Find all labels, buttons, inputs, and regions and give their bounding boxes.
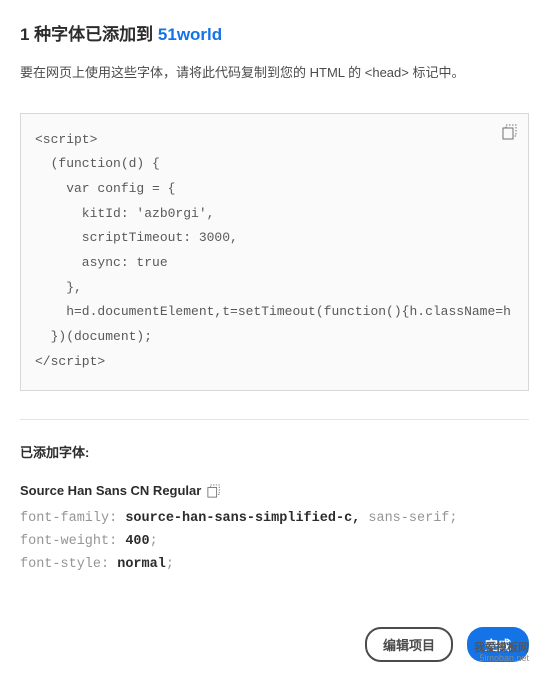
css-line-family: font-family: source-han-sans-simplified-… <box>20 508 529 531</box>
title-prefix: 1 种字体已添加到 <box>20 25 158 44</box>
edit-project-button[interactable]: 编辑项目 <box>365 627 453 662</box>
added-font-row: Source Han Sans CN Regular <box>20 483 529 498</box>
css-declarations: font-family: source-han-sans-simplified-… <box>20 508 529 577</box>
done-button[interactable]: 完成 <box>467 627 529 662</box>
action-bar: 编辑项目 完成 我爱模板网 5imoban.net <box>20 627 529 662</box>
added-fonts-label: 已添加字体: <box>20 442 529 461</box>
css-line-weight: font-weight: 400; <box>20 531 529 554</box>
added-font-name: Source Han Sans CN Regular <box>20 483 201 498</box>
embed-code[interactable]: <script> (function(d) { var config = { k… <box>35 128 514 381</box>
instruction-text: 要在网页上使用这些字体，请将此代码复制到您的 HTML 的 <head> 标记中… <box>20 63 529 83</box>
project-link[interactable]: 51world <box>158 25 222 44</box>
css-line-style: font-style: normal; <box>20 554 529 577</box>
copy-css-icon[interactable] <box>207 484 221 498</box>
page-title: 1 种字体已添加到 51world <box>20 20 529 45</box>
copy-code-icon[interactable] <box>502 124 518 140</box>
divider <box>20 419 529 420</box>
embed-code-box: <script> (function(d) { var config = { k… <box>20 113 529 392</box>
